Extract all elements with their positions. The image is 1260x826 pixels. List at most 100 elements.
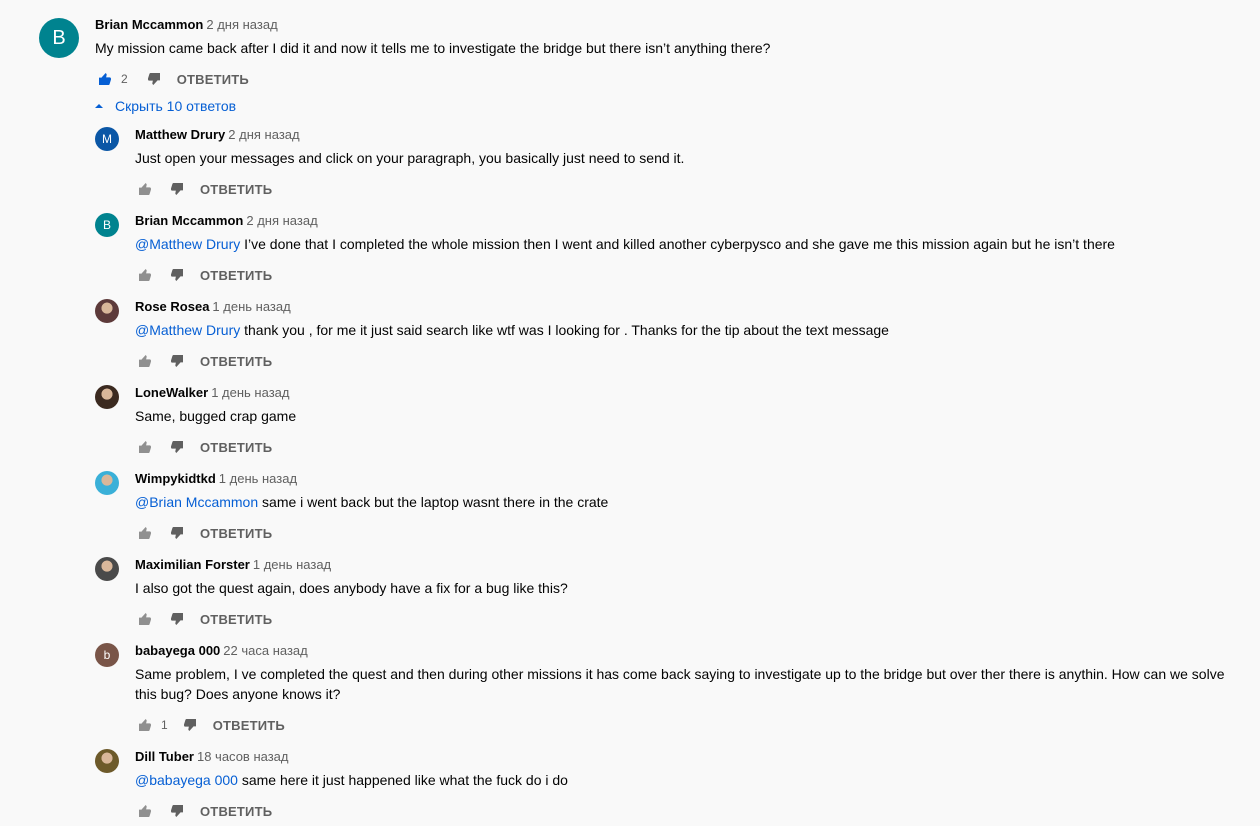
- reply-button[interactable]: ОТВЕТИТЬ: [200, 612, 272, 627]
- mention-link[interactable]: @babayega 000: [135, 772, 238, 788]
- thumb-up-icon: [139, 527, 151, 539]
- mention-link[interactable]: @Matthew Drury: [135, 236, 240, 252]
- like-button[interactable]: [135, 437, 155, 457]
- like-button[interactable]: [135, 523, 155, 543]
- avatar[interactable]: M: [95, 127, 119, 151]
- reply-header: babayega 000 22 часа назад: [135, 642, 308, 660]
- avatar[interactable]: B: [95, 213, 119, 237]
- reply-text: Just open your messages and click on you…: [135, 150, 685, 166]
- thumb-up-icon: [139, 613, 151, 625]
- reply-author[interactable]: Brian Mccammon: [135, 213, 243, 228]
- reply-button[interactable]: ОТВЕТИТЬ: [200, 804, 272, 819]
- reply-text-block: @babayega 000 same here it just happened…: [135, 770, 1250, 790]
- caret-up-icon: [95, 104, 103, 108]
- reply-author[interactable]: Maximilian Forster: [135, 557, 250, 572]
- like-button[interactable]: [135, 265, 155, 285]
- avatar[interactable]: [95, 299, 119, 323]
- avatar-letter: M: [102, 132, 112, 146]
- reply-actions: ОТВЕТИТЬ: [135, 607, 272, 631]
- reply-actions: ОТВЕТИТЬ: [135, 263, 272, 287]
- like-button[interactable]: [135, 609, 155, 629]
- like-button[interactable]: [135, 179, 155, 199]
- dislike-button[interactable]: [167, 523, 187, 543]
- reply-button[interactable]: ОТВЕТИТЬ: [200, 526, 272, 541]
- reply-button[interactable]: ОТВЕТИТЬ: [200, 268, 272, 283]
- reply-header: Wimpykidtkd 1 день назад: [135, 470, 297, 488]
- reply-button[interactable]: ОТВЕТИТЬ: [213, 718, 285, 733]
- dislike-button[interactable]: [167, 801, 187, 821]
- avatar-letter: B: [102, 218, 111, 232]
- reply-text: Same problem, I ve completed the quest a…: [135, 666, 1225, 702]
- dislike-button[interactable]: [144, 69, 164, 89]
- reply-header: Dill Tuber 18 часов назад: [135, 748, 289, 766]
- avatar-letter: b: [103, 648, 111, 662]
- reply-author[interactable]: Dill Tuber: [135, 749, 194, 764]
- dislike-button[interactable]: [167, 351, 187, 371]
- reply-text: same i went back but the laptop wasnt th…: [262, 494, 609, 510]
- reply-text: I also got the quest again, does anybody…: [135, 580, 568, 596]
- reply-actions: 1 ОТВЕТИТЬ: [135, 713, 285, 737]
- avatar[interactable]: B: [39, 18, 79, 58]
- reply-text-block: Just open your messages and click on you…: [135, 148, 1250, 168]
- reply-text-block: Same, bugged crap game: [135, 406, 1250, 426]
- reply-time[interactable]: 18 часов назад: [197, 749, 289, 764]
- avatar[interactable]: [95, 385, 119, 409]
- reply-actions: ОТВЕТИТЬ: [135, 521, 272, 545]
- thumb-down-icon: [171, 805, 183, 817]
- reply-actions: ОТВЕТИТЬ: [135, 435, 272, 459]
- comment-author[interactable]: Brian Mccammon: [95, 17, 203, 32]
- reply-time[interactable]: 1 день назад: [211, 385, 289, 400]
- thumb-up-icon: [139, 183, 151, 195]
- like-button[interactable]: [135, 801, 155, 821]
- reply-text: Same, bugged crap game: [135, 408, 297, 424]
- reply-time[interactable]: 2 дня назад: [228, 127, 299, 142]
- avatar[interactable]: [95, 749, 119, 773]
- reply-author[interactable]: Wimpykidtkd: [135, 471, 216, 486]
- thumb-up-icon: [139, 805, 151, 817]
- thumb-up-icon: [139, 269, 151, 281]
- thumb-down-icon: [171, 183, 183, 195]
- reply-button[interactable]: ОТВЕТИТЬ: [200, 182, 272, 197]
- reply-text-block: I also got the quest again, does anybody…: [135, 578, 1250, 598]
- thumb-up-icon: [139, 441, 151, 453]
- hide-replies-button[interactable]: Скрыть 10 ответов: [93, 96, 236, 116]
- reply-time[interactable]: 1 день назад: [212, 299, 290, 314]
- reply-button[interactable]: ОТВЕТИТЬ: [200, 354, 272, 369]
- like-button[interactable]: [135, 715, 155, 735]
- reply-author[interactable]: Matthew Drury: [135, 127, 225, 142]
- like-button[interactable]: [135, 351, 155, 371]
- dislike-button[interactable]: [167, 179, 187, 199]
- reply-header: Rose Rosea 1 день назад: [135, 298, 291, 316]
- comment-header: Brian Mccammon 2 дня назад: [95, 16, 278, 34]
- dislike-button[interactable]: [180, 715, 200, 735]
- mention-link[interactable]: @Brian Mccammon: [135, 494, 258, 510]
- reply-author[interactable]: LoneWalker: [135, 385, 208, 400]
- reply-author[interactable]: babayega 000: [135, 643, 220, 658]
- reply-text: thank you , for me it just said search l…: [244, 322, 889, 338]
- thumb-down-icon: [171, 441, 183, 453]
- reply-header: Brian Mccammon 2 дня назад: [135, 212, 318, 230]
- reply-time[interactable]: 2 дня назад: [246, 213, 317, 228]
- avatar[interactable]: [95, 557, 119, 581]
- reply-author[interactable]: Rose Rosea: [135, 299, 209, 314]
- mention-link[interactable]: @Matthew Drury: [135, 322, 240, 338]
- dislike-button[interactable]: [167, 265, 187, 285]
- thumb-down-icon: [171, 527, 183, 539]
- comment-time[interactable]: 2 дня назад: [206, 17, 277, 32]
- reply-text: I’ve done that I completed the whole mis…: [244, 236, 1115, 252]
- comment-actions: 2 ОТВЕТИТЬ: [95, 67, 249, 91]
- reply-button[interactable]: ОТВЕТИТЬ: [177, 72, 249, 87]
- reply-time[interactable]: 1 день назад: [219, 471, 297, 486]
- reply-text: same here it just happened like what the…: [241, 772, 568, 788]
- reply-time[interactable]: 1 день назад: [253, 557, 331, 572]
- reply-time[interactable]: 22 часа назад: [223, 643, 307, 658]
- avatar[interactable]: b: [95, 643, 119, 667]
- like-button[interactable]: [95, 69, 115, 89]
- dislike-button[interactable]: [167, 609, 187, 629]
- dislike-button[interactable]: [167, 437, 187, 457]
- avatar[interactable]: [95, 471, 119, 495]
- reply-header: Maximilian Forster 1 день назад: [135, 556, 331, 574]
- reply-button[interactable]: ОТВЕТИТЬ: [200, 440, 272, 455]
- reply-header: Matthew Drury 2 дня назад: [135, 126, 300, 144]
- reply-header: LoneWalker 1 день назад: [135, 384, 289, 402]
